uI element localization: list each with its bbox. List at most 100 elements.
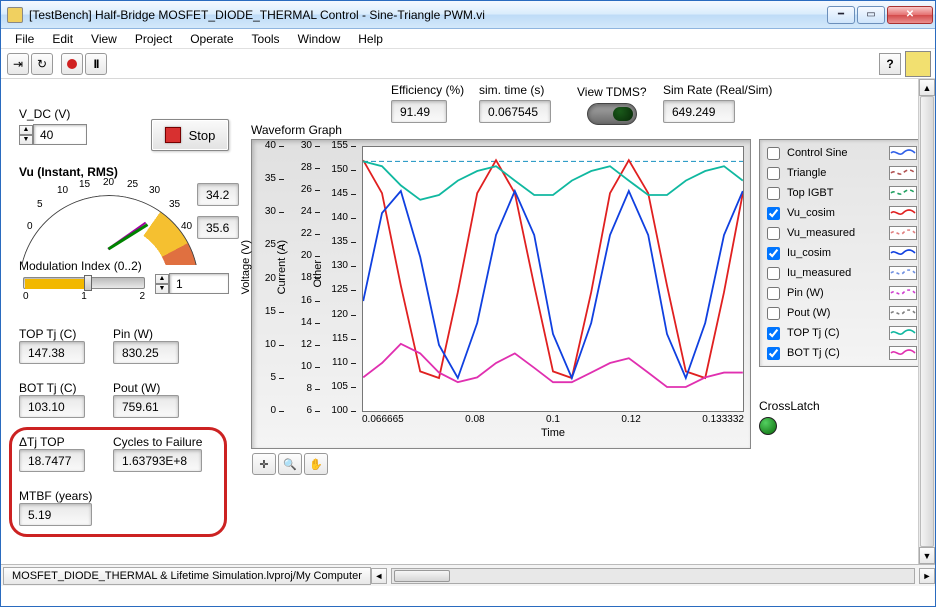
- horizontal-scrollbar[interactable]: [391, 568, 915, 584]
- legend-swatch[interactable]: [889, 266, 917, 280]
- legend-swatch[interactable]: [889, 246, 917, 260]
- legend-label: Control Sine: [787, 147, 885, 159]
- view-tdms-switch[interactable]: [587, 103, 637, 125]
- legend-label: Iu_measured: [787, 267, 885, 279]
- legend-swatch[interactable]: [889, 306, 917, 320]
- mod-index-input[interactable]: 1: [169, 273, 229, 294]
- efficiency-label: Efficiency (%): [391, 83, 464, 97]
- vdc-label: V_DC (V): [19, 107, 87, 121]
- mod-index-spinner[interactable]: ▲▼: [155, 274, 169, 294]
- close-button[interactable]: ✕: [887, 6, 933, 24]
- legend-swatch[interactable]: [889, 346, 917, 360]
- efficiency-indicator: 91.49: [391, 100, 447, 123]
- maximize-button[interactable]: ▭: [857, 6, 885, 24]
- tdms-label: View TDMS?: [577, 85, 647, 99]
- legend-item-7: Pin (W): [763, 283, 917, 303]
- menu-view[interactable]: View: [83, 30, 125, 48]
- window-titlebar[interactable]: [TestBench] Half-Bridge MOSFET_DIODE_THE…: [1, 1, 935, 29]
- vi-icon[interactable]: [905, 51, 931, 77]
- legend-label: Vu_cosim: [787, 207, 885, 219]
- pin-display: 830.25: [113, 341, 179, 364]
- graph-zoom-button[interactable]: 🔍: [278, 453, 302, 475]
- legend-checkbox[interactable]: [767, 167, 780, 180]
- scroll-up-arrow[interactable]: ▲: [919, 79, 935, 96]
- legend-checkbox[interactable]: [767, 207, 780, 220]
- legend-label: TOP Tj (C): [787, 327, 885, 339]
- menu-tools[interactable]: Tools: [244, 30, 288, 48]
- pout-display: 759.61: [113, 395, 179, 418]
- toptj-label: TOP Tj (C): [19, 327, 85, 341]
- legend-swatch[interactable]: [889, 186, 917, 200]
- menu-project[interactable]: Project: [127, 30, 180, 48]
- vu-instant-display: 34.2: [197, 183, 239, 206]
- legend-swatch[interactable]: [889, 166, 917, 180]
- legend-checkbox[interactable]: [767, 227, 780, 240]
- help-button[interactable]: ?: [879, 53, 901, 75]
- vu-gauge: 0 5 10 15 20 25 30 35 40: [19, 181, 199, 246]
- legend-item-2: Top IGBT: [763, 183, 917, 203]
- legend-swatch[interactable]: [889, 286, 917, 300]
- vdc-spinner[interactable]: ▲▼: [19, 125, 33, 145]
- crosslatch-led: [759, 417, 777, 435]
- y3-axis-name: Other: [312, 260, 324, 288]
- legend-checkbox[interactable]: [767, 247, 780, 260]
- legend-swatch[interactable]: [889, 146, 917, 160]
- legend-checkbox[interactable]: [767, 187, 780, 200]
- status-bar: MOSFET_DIODE_THERMAL & Lifetime Simulati…: [1, 564, 935, 586]
- plot-legend: Control SineTriangleTop IGBTVu_cosimVu_m…: [759, 139, 921, 367]
- menu-window[interactable]: Window: [290, 30, 349, 48]
- waveform-title: Waveform Graph: [251, 123, 342, 137]
- menu-operate[interactable]: Operate: [182, 30, 241, 48]
- menu-edit[interactable]: Edit: [44, 30, 81, 48]
- legend-swatch[interactable]: [889, 226, 917, 240]
- highlight-annotation: [9, 427, 227, 537]
- app-icon: [7, 7, 23, 23]
- legend-label: Pin (W): [787, 287, 885, 299]
- legend-checkbox[interactable]: [767, 267, 780, 280]
- legend-checkbox[interactable]: [767, 147, 780, 160]
- waveform-graph[interactable]: 4035302520151050 Voltage (V) 30282624222…: [251, 139, 751, 449]
- abort-button[interactable]: [61, 53, 83, 75]
- crosslatch-label: CrossLatch: [759, 399, 820, 413]
- simrate-indicator: 649.249: [663, 100, 735, 123]
- minimize-button[interactable]: ━: [827, 6, 855, 24]
- run-continuous-button[interactable]: ⇥: [7, 53, 29, 75]
- scroll-down-arrow[interactable]: ▼: [919, 547, 935, 564]
- vertical-scrollbar[interactable]: ▲ ▼: [918, 79, 935, 564]
- plot-area[interactable]: [362, 146, 744, 412]
- mod-index-slider[interactable]: 0 1 2: [19, 277, 149, 303]
- stop-button[interactable]: Stop: [151, 119, 229, 151]
- toptj-display: 147.38: [19, 341, 85, 364]
- legend-checkbox[interactable]: [767, 347, 780, 360]
- legend-item-1: Triangle: [763, 163, 917, 183]
- vu-rms-display: 35.6: [197, 216, 239, 239]
- legend-checkbox[interactable]: [767, 307, 780, 320]
- pause-button[interactable]: II: [85, 53, 107, 75]
- project-path[interactable]: MOSFET_DIODE_THERMAL & Lifetime Simulati…: [3, 567, 371, 585]
- run-button[interactable]: ↻: [31, 53, 53, 75]
- legend-label: Pout (W): [787, 307, 885, 319]
- simtime-indicator: 0.067545: [479, 100, 551, 123]
- graph-cursor-button[interactable]: ✛: [252, 453, 276, 475]
- legend-item-0: Control Sine: [763, 143, 917, 163]
- menu-bar: FileEditViewProjectOperateToolsWindowHel…: [1, 29, 935, 49]
- graph-pan-button[interactable]: ✋: [304, 453, 328, 475]
- scroll-right-arrow[interactable]: ►: [919, 568, 935, 584]
- legend-label: Triangle: [787, 167, 885, 179]
- legend-checkbox[interactable]: [767, 287, 780, 300]
- legend-checkbox[interactable]: [767, 327, 780, 340]
- legend-item-3: Vu_cosim: [763, 203, 917, 223]
- legend-swatch[interactable]: [889, 326, 917, 340]
- menu-file[interactable]: File: [7, 30, 42, 48]
- pin-label: Pin (W): [113, 327, 179, 341]
- x-axis-name: Time: [362, 427, 744, 439]
- legend-item-5: Iu_cosim: [763, 243, 917, 263]
- toolbar: ⇥ ↻ II ?: [1, 49, 935, 79]
- menu-help[interactable]: Help: [350, 30, 391, 48]
- scroll-left-arrow[interactable]: ◄: [371, 568, 387, 584]
- window-title: [TestBench] Half-Bridge MOSFET_DIODE_THE…: [29, 8, 827, 22]
- vdc-input[interactable]: 40: [33, 124, 87, 145]
- stop-button-label: Stop: [189, 128, 216, 143]
- stop-icon: [165, 127, 181, 143]
- legend-swatch[interactable]: [889, 206, 917, 220]
